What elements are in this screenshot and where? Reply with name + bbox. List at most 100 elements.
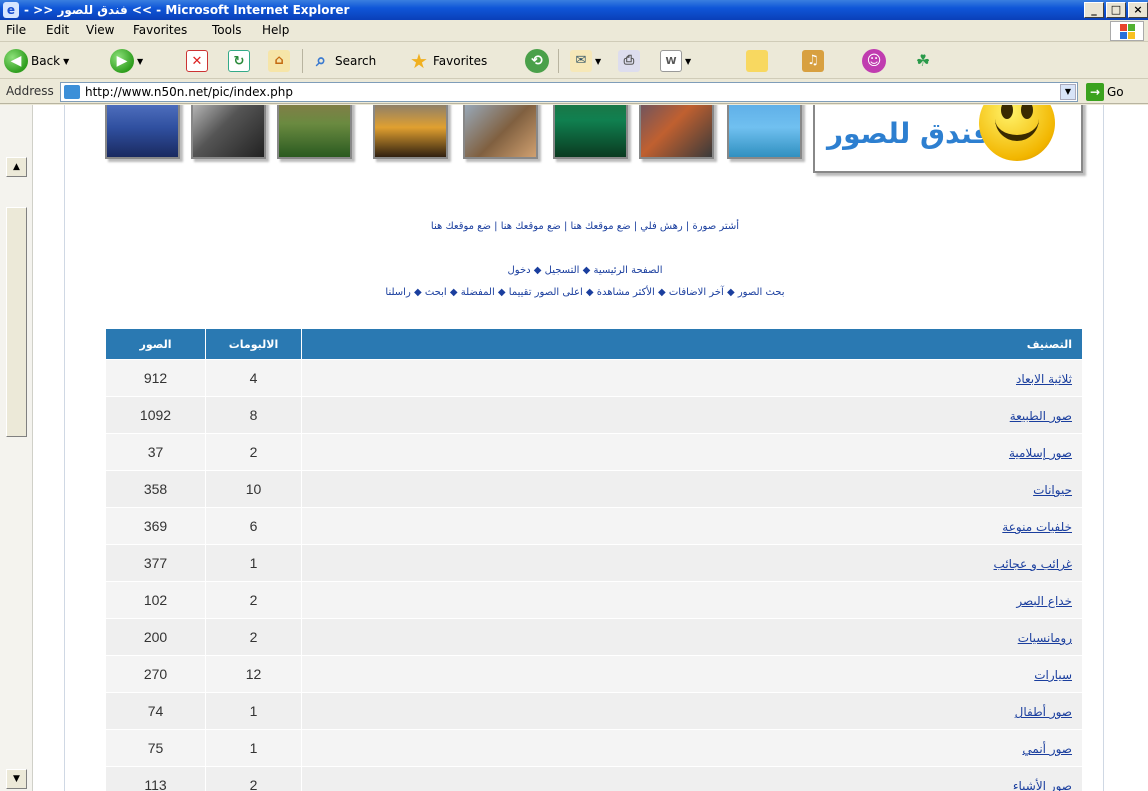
search-icon: ⌕	[315, 50, 327, 71]
category-cell: خلفيات منوعة	[301, 507, 1083, 545]
contacts-button[interactable]: ☘	[912, 47, 934, 75]
forward-button[interactable]: ▶ ▼	[110, 47, 143, 75]
star-icon: ★	[410, 49, 428, 73]
category-link[interactable]: صور إسلامية	[1009, 446, 1072, 460]
thumbnail-image[interactable]	[277, 105, 352, 159]
maximize-button[interactable]: □	[1106, 2, 1126, 18]
chevron-down-icon[interactable]: ▼	[1060, 84, 1076, 100]
category-link[interactable]: صور أطفال	[1015, 705, 1072, 719]
image-count: 74	[105, 692, 206, 730]
home-button[interactable]: ⌂	[268, 47, 290, 75]
table-row: 74 1 صور أطفال	[105, 692, 1083, 730]
windows-logo-icon	[1110, 21, 1144, 41]
thumbnail-image[interactable]	[373, 105, 448, 159]
thumbnail-image[interactable]	[191, 105, 266, 159]
chevron-down-icon: ▼	[685, 56, 692, 66]
print-button[interactable]: ⎙	[618, 47, 640, 75]
album-count: 8	[205, 396, 302, 434]
folder-icon	[746, 50, 768, 72]
go-button[interactable]: → Go	[1086, 83, 1124, 101]
stop-button[interactable]: ✕	[186, 47, 208, 75]
toolbar-divider	[558, 49, 559, 73]
site-logo[interactable]: فندق للصور	[813, 105, 1083, 173]
image-count: 358	[105, 470, 206, 508]
table-row: 270 12 سيارات	[105, 655, 1083, 693]
thumbnail-image[interactable]	[463, 105, 538, 159]
title-bar: e - >> فندق للصور << - Microsoft Interne…	[0, 0, 1148, 20]
table-row: 200 2 رومانسيات	[105, 618, 1083, 656]
site-logo-text: فندق للصور	[827, 117, 991, 150]
menu-help[interactable]: Help	[262, 23, 289, 37]
menu-view[interactable]: View	[86, 23, 114, 37]
folder-button[interactable]	[746, 47, 768, 75]
vertical-scrollbar[interactable]: ▲ ▼	[0, 105, 33, 791]
category-cell: ثلاثية الابعاد	[301, 359, 1083, 397]
thumbnail-image[interactable]	[639, 105, 714, 159]
album-count: 2	[205, 581, 302, 619]
menu-edit[interactable]: Edit	[46, 23, 69, 37]
go-label: Go	[1107, 85, 1124, 99]
table-row: 1092 8 صور الطبيعة	[105, 396, 1083, 434]
menu-file[interactable]: File	[6, 23, 26, 37]
category-cell: صور إسلامية	[301, 433, 1083, 471]
album-count: 2	[205, 766, 302, 791]
menu-favorites[interactable]: Favorites	[133, 23, 187, 37]
scroll-up-icon[interactable]: ▲	[6, 157, 27, 177]
refresh-button[interactable]: ↻	[228, 47, 250, 75]
address-bar: Address http://www.n50n.net/pic/index.ph…	[0, 80, 1148, 104]
edit-button[interactable]: W ▼	[660, 47, 691, 75]
scroll-down-icon[interactable]: ▼	[6, 769, 27, 789]
content-viewport: ▲ ▼ فندق للصور أشتر صورة | رهش فلي | ضع …	[0, 105, 1148, 791]
category-link[interactable]: خلفيات منوعة	[1002, 520, 1072, 534]
secondary-nav[interactable]: بحث الصور ◆ آخر الاضافات ◆ الأكثر مشاهدة…	[65, 287, 1105, 298]
album-count: 10	[205, 470, 302, 508]
back-arrow-icon: ◀	[4, 49, 28, 73]
messenger-button[interactable]: ☺	[862, 47, 886, 75]
address-input[interactable]: http://www.n50n.net/pic/index.php ▼	[60, 82, 1078, 102]
image-count: 369	[105, 507, 206, 545]
category-link[interactable]: سيارات	[1034, 668, 1072, 682]
category-link[interactable]: صور الطبيعة	[1010, 409, 1072, 423]
menu-tools[interactable]: Tools	[212, 23, 242, 37]
go-arrow-icon: →	[1086, 83, 1104, 101]
scroll-thumb[interactable]	[6, 207, 27, 437]
category-link[interactable]: رومانسيات	[1018, 631, 1072, 645]
category-link[interactable]: ثلاثية الابعاد	[1016, 372, 1072, 386]
category-link[interactable]: صور الأشياء	[1013, 779, 1072, 791]
category-cell: صور الأشياء	[301, 766, 1083, 791]
minimize-button[interactable]: _	[1084, 2, 1104, 18]
search-button[interactable]: ⌕ Search	[310, 47, 376, 75]
print-icon: ⎙	[618, 50, 640, 72]
category-cell: رومانسيات	[301, 618, 1083, 656]
history-button[interactable]: ⟲	[525, 47, 549, 75]
thumbnail-image[interactable]	[727, 105, 802, 159]
album-count: 1	[205, 692, 302, 730]
web-page: فندق للصور أشتر صورة | رهش فلي | ضع موقع…	[64, 105, 1104, 791]
mail-button[interactable]: ✉ ▼	[570, 47, 601, 75]
category-link[interactable]: صور أنمي	[1022, 742, 1072, 756]
address-label: Address	[6, 84, 54, 98]
close-button[interactable]: ×	[1128, 2, 1148, 18]
favorites-button[interactable]: ★ Favorites	[408, 47, 487, 75]
toolbar-divider	[302, 49, 303, 73]
category-cell: صور أطفال	[301, 692, 1083, 730]
sponsor-links[interactable]: أشتر صورة | رهش فلي | ضع موقعك هنا | ضع …	[65, 221, 1105, 232]
image-count: 200	[105, 618, 206, 656]
main-nav[interactable]: الصفحة الرئيسية ◆ التسجيل ◆ دخول	[65, 265, 1105, 276]
category-link[interactable]: خداع البصر	[1016, 594, 1072, 608]
back-button[interactable]: ◀ Back ▼	[4, 47, 69, 75]
category-link[interactable]: غرائب و عجائب	[994, 557, 1072, 571]
chevron-down-icon: ▼	[595, 56, 602, 66]
table-row: 369 6 خلفيات منوعة	[105, 507, 1083, 545]
chevron-down-icon: ▼	[137, 56, 144, 66]
window-controls: _ □ ×	[1084, 2, 1148, 18]
edit-icon: W	[660, 50, 682, 72]
image-count: 270	[105, 655, 206, 693]
category-link[interactable]: حيوانات	[1033, 483, 1072, 497]
media-button[interactable]: ♫	[802, 47, 824, 75]
thumbnail-image[interactable]	[553, 105, 628, 159]
forward-arrow-icon: ▶	[110, 49, 134, 73]
smiley-icon	[979, 105, 1055, 161]
category-cell: خداع البصر	[301, 581, 1083, 619]
thumbnail-image[interactable]	[105, 105, 180, 159]
